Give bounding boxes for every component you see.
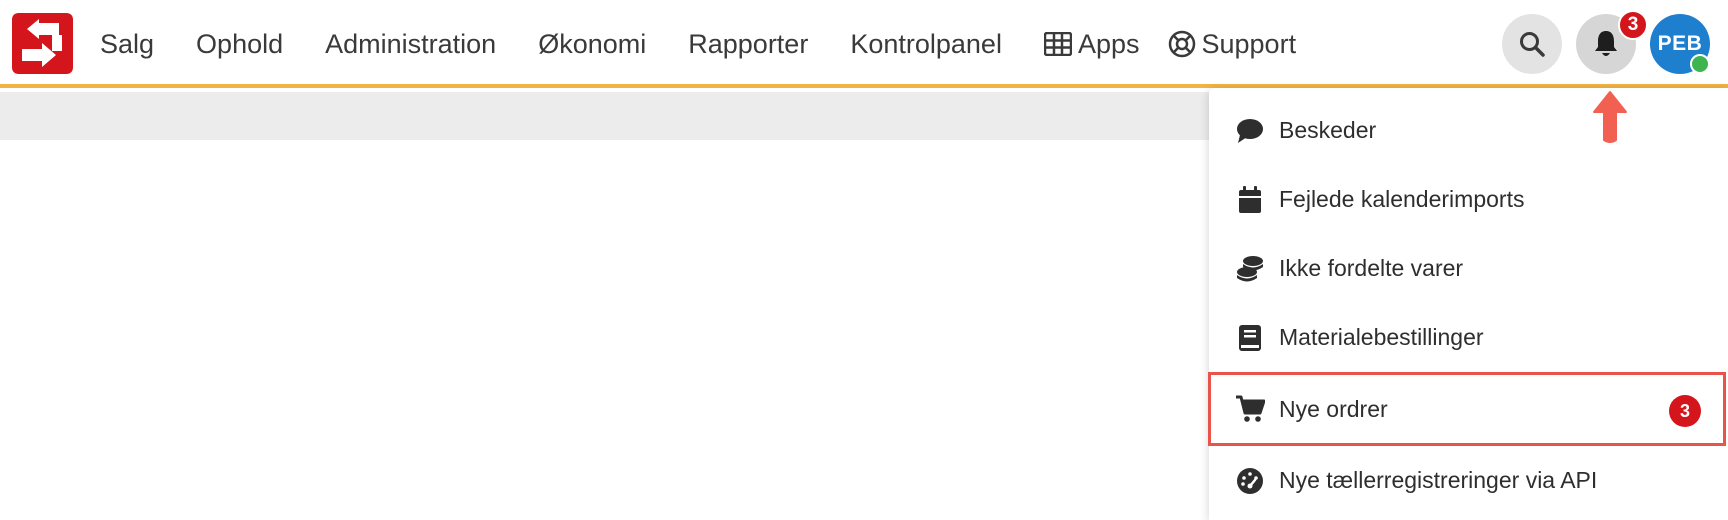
dropdown-item-label: Nye ordrer <box>1279 395 1388 422</box>
dropdown-item-label: Ikke fordelte varer <box>1279 255 1464 281</box>
coins-icon <box>1235 254 1265 284</box>
nav-item-support-label: Support <box>1201 28 1297 59</box>
dropdown-item-materialebestillinger[interactable]: Materialebestillinger <box>1209 303 1728 372</box>
pointer-arrow-annotation <box>1593 91 1627 143</box>
calendar-icon <box>1235 185 1265 215</box>
lifebuoy-icon <box>1168 30 1196 58</box>
nav-item-support[interactable]: Support <box>1168 28 1297 60</box>
bell-icon <box>1595 31 1617 56</box>
nav-item-salg[interactable]: Salg <box>100 29 154 60</box>
notifications-dropdown: Beskeder Fejlede kalenderimports Ikke fo… <box>1208 88 1728 520</box>
dropdown-item-label: Beskeder <box>1279 117 1377 143</box>
cart-icon <box>1235 394 1265 424</box>
book-icon <box>1235 323 1265 353</box>
search-icon <box>1520 32 1545 57</box>
grid-icon <box>1043 32 1072 56</box>
nav-item-okonomi[interactable]: Økonomi <box>538 29 646 60</box>
online-status-dot <box>1690 54 1710 74</box>
dropdown-item-label: Fejlede kalenderimports <box>1279 186 1525 212</box>
dropdown-item-label: Materialebestillinger <box>1279 324 1484 350</box>
dropdown-item-nye-taellerregistreringer[interactable]: Nye tællerregistreringer via API <box>1209 446 1728 515</box>
search-button[interactable] <box>1502 14 1562 74</box>
app-logo[interactable] <box>12 13 73 74</box>
notification-count-badge: 3 <box>1618 10 1648 40</box>
top-navbar: Salg Ophold Administration Økonomi Rappo… <box>0 0 1728 88</box>
nav-item-rapporter[interactable]: Rapporter <box>688 29 808 60</box>
dropdown-item-fejlede-kalenderimports[interactable]: Fejlede kalenderimports <box>1209 165 1728 234</box>
gauge-icon <box>1235 466 1265 496</box>
nav-item-apps[interactable]: Apps <box>1043 28 1140 60</box>
main-nav: Salg Ophold Administration Økonomi Rappo… <box>100 0 1338 88</box>
new-orders-count-badge: 3 <box>1669 395 1701 427</box>
dropdown-item-beskeder[interactable]: Beskeder <box>1209 96 1728 165</box>
nav-item-administration[interactable]: Administration <box>325 29 496 60</box>
nav-item-ophold[interactable]: Ophold <box>196 29 283 60</box>
dropdown-item-ikke-fordelte-varer[interactable]: Ikke fordelte varer <box>1209 234 1728 303</box>
nav-item-apps-label: Apps <box>1077 28 1140 59</box>
dropdown-item-label: Nye tællerregistreringer via API <box>1279 467 1598 493</box>
comment-icon <box>1235 116 1265 146</box>
dropdown-item-nye-ordrer[interactable]: Nye ordrer 3 <box>1208 372 1726 446</box>
nav-item-kontrolpanel[interactable]: Kontrolpanel <box>850 29 1002 60</box>
